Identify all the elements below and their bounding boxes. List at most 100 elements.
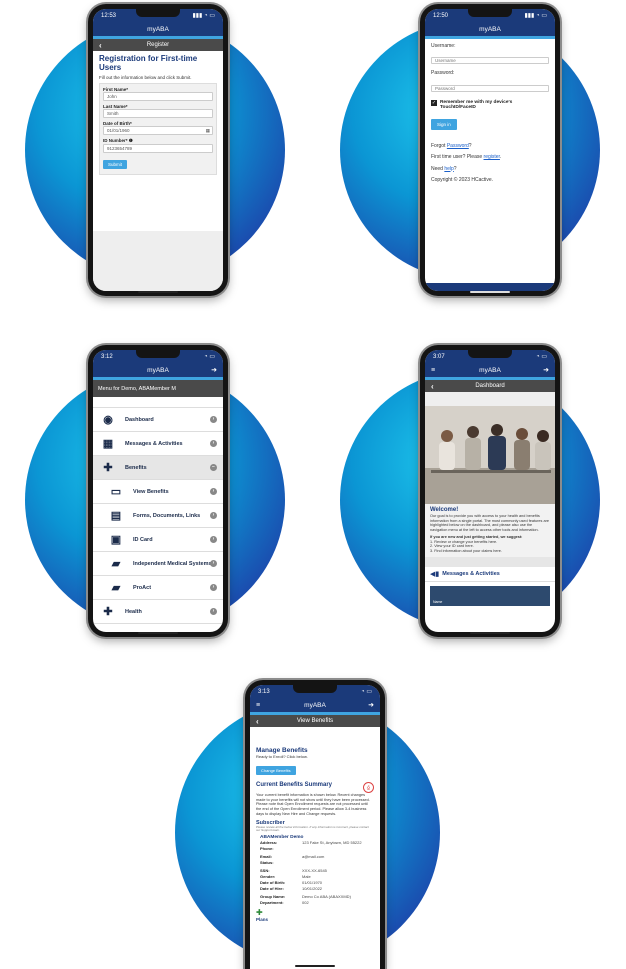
sign-in-button[interactable]: Sign in xyxy=(431,119,457,130)
folder-icon: ▰ xyxy=(111,581,121,594)
app-title: myABA xyxy=(147,25,169,33)
phone-notch xyxy=(293,685,337,693)
chevron-right-icon: › xyxy=(210,560,217,567)
chevron-right-icon: › xyxy=(210,584,217,591)
last-name-input[interactable]: Smith xyxy=(103,109,213,119)
phone-dashboard: 3:07 ◔ ▭ ≡ myABA ➜ ‹ Dashboard Welcome! Our … xyxy=(420,345,560,637)
welcome-title: Welcome! xyxy=(430,507,459,513)
registration-form: First Name* John Last Name* Smith Date o… xyxy=(99,83,217,176)
phone-view-benefits: 3:13 ◔ ▭ ≡ myABA ➜ ‹ View Benefits Manage Be… xyxy=(245,680,385,969)
messages-card[interactable]: Name xyxy=(430,585,550,606)
hero-image xyxy=(425,406,555,504)
app-title: myABA xyxy=(479,366,501,374)
instructions: Fill out the information below and click… xyxy=(99,74,192,80)
menu-spacer xyxy=(93,397,223,408)
sub-bar: ‹ View Benefits xyxy=(250,715,380,727)
row-key: Date of Hire: xyxy=(260,886,284,892)
menu-item-view-benefits[interactable]: ▭ View Benefits › xyxy=(93,480,223,504)
plans-icon: ✚ xyxy=(256,908,263,918)
menu-item-id-card[interactable]: ▣ ID Card › xyxy=(93,528,223,552)
app-bar: ≡ myABA ➜ xyxy=(250,698,380,712)
forgot-suffix: ? xyxy=(468,143,472,149)
logout-icon[interactable]: ➜ xyxy=(368,701,374,709)
pdf-icon[interactable]: ⎙ xyxy=(363,782,374,793)
row-value: 10/01/2022 xyxy=(302,886,323,892)
phone-menu: 3:12 ◔ ▭ myABA ➜ Menu for Demo, ABAMember … xyxy=(88,345,228,637)
clock: 3:13 xyxy=(258,688,270,695)
clock: 3:12 xyxy=(101,353,113,360)
sub-bar-title: Dashboard xyxy=(475,383,505,389)
card-label: Name xyxy=(433,599,443,604)
calendar-icon[interactable]: ▦ xyxy=(206,127,210,134)
phone-notch xyxy=(468,350,512,358)
id-number-input[interactable]: 9123654789 xyxy=(103,144,213,154)
chevron-right-icon: › xyxy=(210,608,217,615)
row-value: 002 xyxy=(302,900,309,906)
hamburger-icon[interactable]: ≡ xyxy=(256,702,260,709)
chevron-right-icon: › xyxy=(210,536,217,543)
chevron-right-icon: › xyxy=(210,416,217,423)
messages-title: Messages & Activities xyxy=(442,570,500,577)
logout-icon[interactable]: ➜ xyxy=(543,366,549,374)
menu-item-proact[interactable]: ▰ ProAct › xyxy=(93,576,223,600)
help-prefix: Need xyxy=(431,165,445,172)
phone-register: 12:53 ▮▮▮ ◔ ▭ myABA ‹ Register Registratio… xyxy=(88,4,228,296)
plans-label[interactable]: Plans xyxy=(256,917,268,922)
subscriber-note: Please review all the below information.… xyxy=(256,824,369,833)
clock: 3:07 xyxy=(433,353,445,360)
dob-input[interactable]: 01/01/1960 ▦ xyxy=(103,126,213,136)
change-benefits-button[interactable]: Change Benefits xyxy=(256,766,296,775)
summary-text: Your current benefit information is show… xyxy=(256,793,370,816)
help-link[interactable]: help xyxy=(444,166,453,172)
signal-icon: ◔ ▭ xyxy=(536,354,547,360)
people-illustration xyxy=(425,406,555,504)
back-icon[interactable]: ‹ xyxy=(431,382,434,391)
messages-section[interactable]: ◀▮ Messages & Activities xyxy=(425,567,555,582)
signal-icon: ▮▮▮ ◔ ▭ xyxy=(524,13,547,19)
app-bar: myABA xyxy=(425,22,555,36)
signal-icon: ▮▮▮ ◔ ▭ xyxy=(192,13,215,19)
forgot-password-link[interactable]: Password xyxy=(447,143,469,149)
back-icon[interactable]: ‹ xyxy=(256,717,259,726)
row-value: 123 Fake St, Anytown, MD 55222 xyxy=(302,840,362,846)
row-doh: Date of Hire: 10/01/2022 xyxy=(260,886,374,892)
submit-button[interactable]: Submit xyxy=(103,160,128,170)
menu-item-label: View Benefits xyxy=(133,488,169,495)
menu-item-ims[interactable]: ▰ Independent Medical Systems › xyxy=(93,552,223,576)
phone-notch xyxy=(136,9,180,17)
health-icon: ✚ xyxy=(103,605,113,618)
copyright: Copyright © 2023 HCactive. xyxy=(431,176,494,183)
hamburger-icon[interactable]: ≡ xyxy=(431,367,435,374)
app-title: myABA xyxy=(304,701,326,709)
document-icon: ▤ xyxy=(110,509,122,522)
menu-item-dashboard[interactable]: ◉ Dashboard › xyxy=(93,408,223,432)
sub-bar: ‹ Dashboard xyxy=(425,380,555,392)
app-bar: myABA xyxy=(93,22,223,36)
card-icon: ▭ xyxy=(110,485,122,498)
chevron-right-icon: › xyxy=(210,440,217,447)
app-bar: ≡ myABA ➜ xyxy=(425,363,555,377)
menu-item-health[interactable]: ✚ Health › xyxy=(93,600,223,624)
remember-checkbox[interactable]: ✓ xyxy=(431,99,437,106)
help-text: Need help? xyxy=(431,166,549,172)
home-indicator xyxy=(470,291,510,293)
row-key: Department: xyxy=(260,900,284,906)
clock: 12:50 xyxy=(433,12,449,19)
sub-bar: ‹ Register xyxy=(93,39,223,51)
manage-text: Ready to Enroll? Click below. xyxy=(256,754,308,759)
first-name-input[interactable]: John xyxy=(103,92,213,102)
home-indicator xyxy=(138,291,178,293)
username-input[interactable] xyxy=(431,57,549,65)
password-input[interactable] xyxy=(431,84,549,92)
register-link[interactable]: register xyxy=(484,154,500,160)
step-3[interactable]: 3. Find information about your claims he… xyxy=(430,549,550,554)
app-title: myABA xyxy=(479,25,501,33)
menu-item-messages[interactable]: ▦ Messages & Activities › xyxy=(93,432,223,456)
back-icon[interactable]: ‹ xyxy=(99,41,102,50)
logout-icon[interactable]: ➜ xyxy=(211,366,217,374)
signal-icon: ◔ ▭ xyxy=(204,354,215,360)
menu-item-benefits[interactable]: ✚ Benefits − xyxy=(93,456,223,480)
spacer xyxy=(425,392,555,406)
menu-item-forms[interactable]: ▤ Forms, Documents, Links › xyxy=(93,504,223,528)
menu-item-label: Health xyxy=(125,608,142,615)
